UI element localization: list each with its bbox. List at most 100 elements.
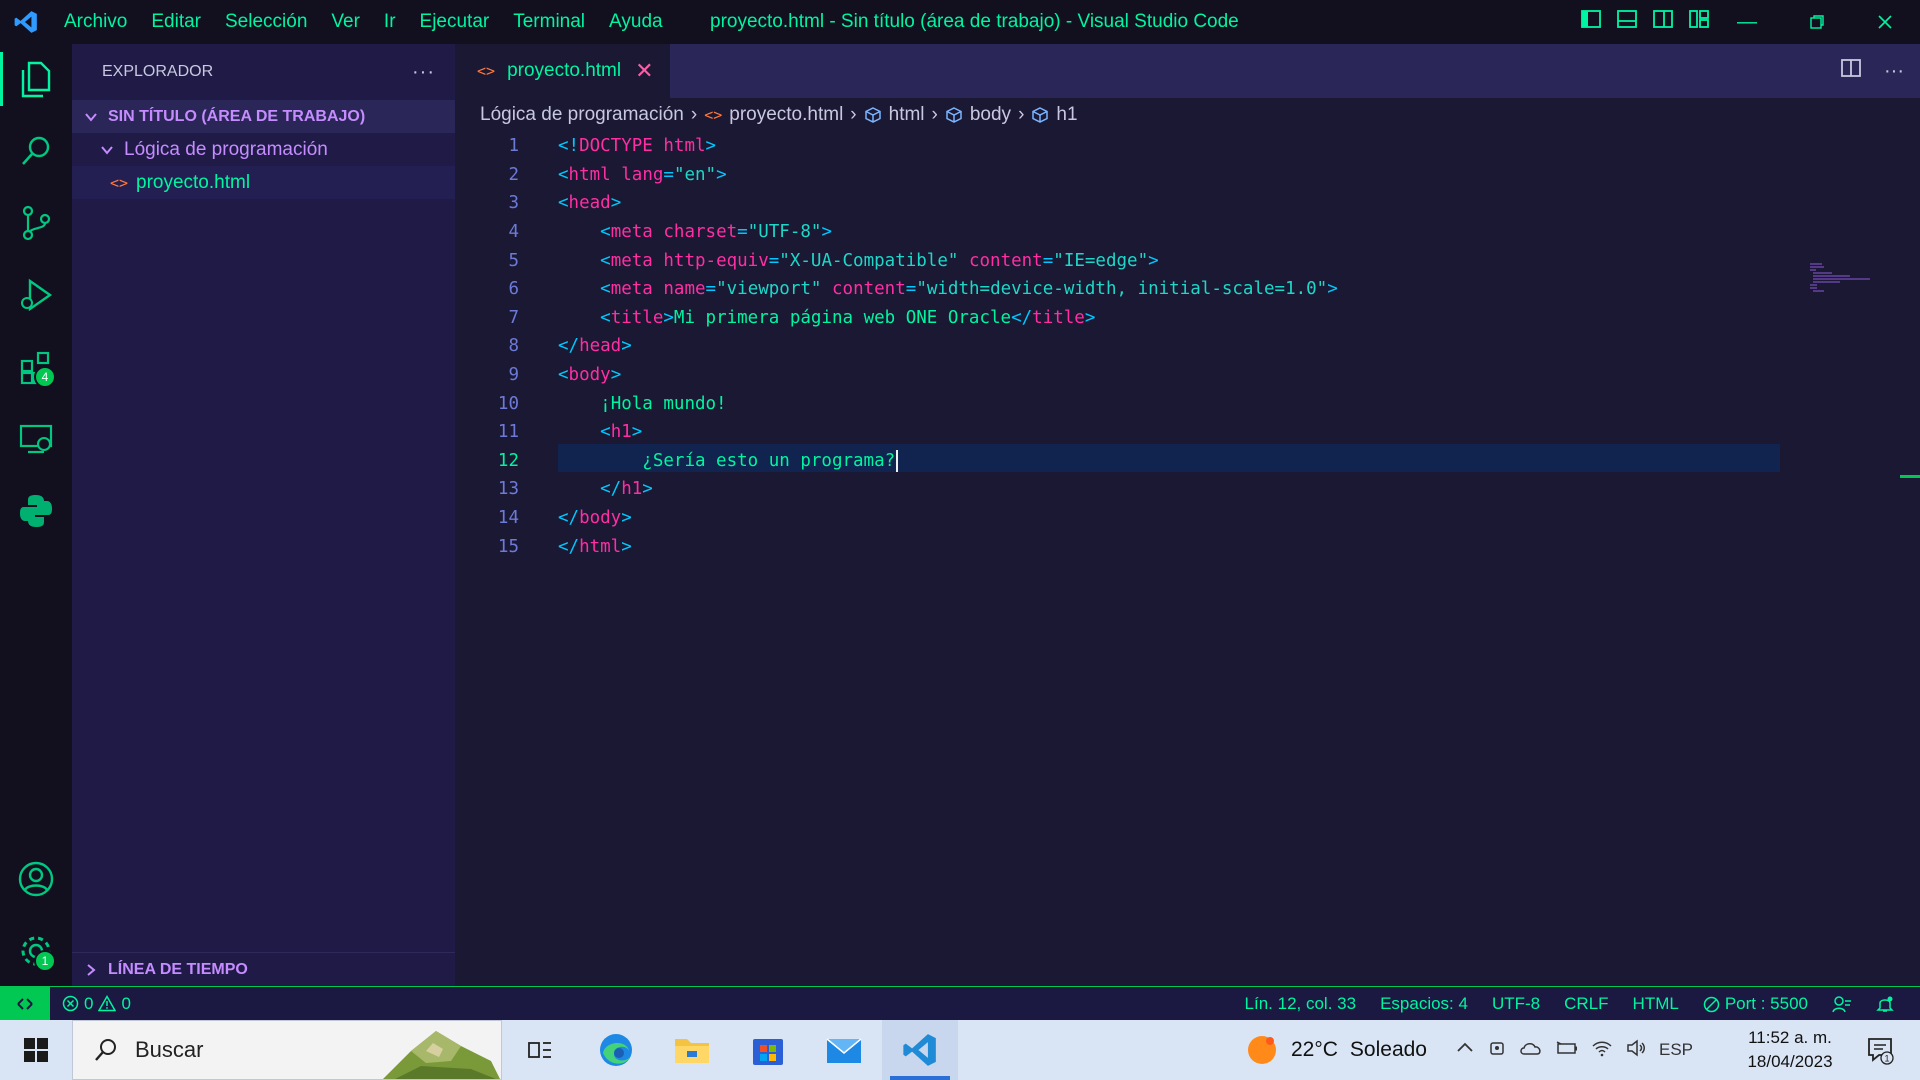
code-token: </	[558, 536, 580, 557]
meet-now-icon[interactable]	[1487, 1038, 1507, 1063]
tab-proyecto-html[interactable]: <> proyecto.html ✕	[455, 44, 670, 98]
code-line[interactable]: 12 ¿Sería esto un programa?	[455, 447, 1895, 476]
folder-name: Lógica de programación	[124, 138, 328, 160]
restore-button[interactable]	[1782, 0, 1852, 44]
folder-item[interactable]: Lógica de programación	[72, 133, 455, 166]
menu-archivo[interactable]: Archivo	[52, 0, 139, 44]
encoding[interactable]: UTF-8	[1480, 994, 1552, 1014]
more-actions-icon[interactable]: ···	[412, 61, 435, 84]
close-window-button[interactable]	[1850, 0, 1920, 44]
system-clock[interactable]: 11:52 a. m. 18/04/2023	[1730, 1020, 1850, 1080]
code-line[interactable]: 10 ¡Hola mundo!	[455, 389, 1895, 418]
sun-icon	[1248, 1036, 1276, 1064]
code-line[interactable]: 9 <body>	[455, 361, 1895, 390]
remote-explorer-icon[interactable]	[0, 408, 72, 470]
source-control-icon[interactable]	[0, 192, 72, 254]
extensions-icon[interactable]: 4	[0, 336, 72, 398]
settings-gear-icon[interactable]: 1	[0, 920, 72, 982]
edge-browser-icon[interactable]	[578, 1020, 654, 1080]
close-tab-icon[interactable]: ✕	[635, 58, 653, 84]
file-explorer-icon[interactable]	[654, 1020, 730, 1080]
workspace-section[interactable]: SIN TÍTULO (ÁREA DE TRABAJO)	[72, 100, 455, 133]
menu-ayuda[interactable]: Ayuda	[597, 0, 675, 44]
task-view-icon[interactable]	[502, 1020, 578, 1080]
file-item-proyecto[interactable]: <> proyecto.html	[72, 166, 455, 199]
breadcrumb-html[interactable]: html	[889, 104, 925, 126]
chevron-down-icon	[80, 110, 102, 124]
search-icon[interactable]	[0, 120, 72, 182]
code-line[interactable]: 15 </html>	[455, 532, 1895, 561]
remote-indicator-icon[interactable]	[0, 986, 50, 1021]
live-server-port[interactable]: Port : 5500	[1691, 994, 1820, 1014]
customize-layout-icon[interactable]	[1688, 8, 1710, 36]
notifications-bell-icon[interactable]	[1864, 995, 1906, 1013]
menu-ir[interactable]: Ir	[372, 0, 408, 44]
breadcrumb-body[interactable]: body	[970, 104, 1011, 126]
run-debug-icon[interactable]	[0, 264, 72, 326]
chevron-up-icon[interactable]	[1455, 1038, 1475, 1063]
code-line[interactable]: 2 <html lang="en">	[455, 161, 1895, 190]
code-token: >	[621, 508, 632, 529]
vscode-taskbar-icon[interactable]	[882, 1020, 958, 1080]
minimize-button[interactable]: —	[1712, 0, 1782, 44]
menu-terminal[interactable]: Terminal	[501, 0, 597, 44]
split-editor-icon[interactable]	[1840, 57, 1862, 85]
code-line[interactable]: 14 </body>	[455, 504, 1895, 533]
code-line[interactable]: 11 <h1>	[455, 418, 1895, 447]
code-token: lang	[621, 164, 664, 185]
code-editor[interactable]: 1 <!DOCTYPE html> 2 <html lang="en"> 3 <head>…	[455, 132, 1920, 986]
code-line[interactable]: 7 <title>Mi primera página web ONE Oracl…	[455, 304, 1895, 333]
mail-icon[interactable]	[806, 1020, 882, 1080]
code-line[interactable]: 6 <meta name="viewport" content="width=d…	[455, 275, 1895, 304]
menu-seleccion[interactable]: Selección	[213, 0, 319, 44]
cursor-position[interactable]: Lín. 12, col. 33	[1233, 994, 1369, 1014]
indentation[interactable]: Espacios: 4	[1368, 994, 1480, 1014]
menu-ver[interactable]: Ver	[319, 0, 372, 44]
more-editor-actions-icon[interactable]: ···	[1884, 60, 1904, 83]
line-code: <!DOCTYPE html>	[558, 136, 716, 156]
breadcrumb-folder[interactable]: Lógica de programación	[480, 104, 684, 126]
code-line[interactable]: 13 </h1>	[455, 475, 1895, 504]
line-number: 7	[508, 307, 519, 328]
line-number: 8	[508, 336, 519, 357]
battery-icon[interactable]	[1555, 1038, 1579, 1063]
breadcrumb-file[interactable]: proyecto.html	[729, 104, 843, 126]
wifi-icon[interactable]	[1591, 1038, 1613, 1063]
taskbar-search[interactable]: Buscar	[72, 1020, 502, 1080]
end-of-line[interactable]: CRLF	[1552, 994, 1620, 1014]
language-mode[interactable]: HTML	[1621, 994, 1691, 1014]
feedback-icon[interactable]	[1820, 995, 1864, 1013]
toggle-secondary-sidebar-icon[interactable]	[1652, 8, 1674, 36]
code-token: <	[558, 250, 611, 271]
code-token: head	[568, 193, 611, 214]
weather-widget[interactable]: 22°C Soleado	[1245, 1020, 1427, 1080]
code-token: </	[558, 508, 580, 529]
code-line[interactable]: 8 </head>	[455, 332, 1895, 361]
line-number: 4	[508, 222, 519, 243]
microsoft-store-icon[interactable]	[730, 1020, 806, 1080]
code-line[interactable]: 5 <meta http-equiv="X-UA-Compatible" con…	[455, 246, 1895, 275]
python-icon[interactable]	[0, 480, 72, 542]
text-cursor	[896, 449, 899, 472]
menu-ejecutar[interactable]: Ejecutar	[408, 0, 502, 44]
problems-status[interactable]: 0 0	[50, 994, 143, 1014]
toggle-panel-icon[interactable]	[1616, 8, 1638, 36]
code-line[interactable]: 1 <!DOCTYPE html>	[455, 132, 1895, 161]
explorer-icon[interactable]	[0, 48, 72, 110]
code-token: body	[579, 508, 622, 529]
toggle-primary-sidebar-icon[interactable]	[1580, 8, 1602, 36]
code-token: >	[1084, 307, 1096, 328]
breadcrumb-h1[interactable]: h1	[1056, 104, 1077, 126]
timeline-section[interactable]: LÍNEA DE TIEMPO	[72, 952, 455, 986]
menu-editar[interactable]: Editar	[139, 0, 213, 44]
notification-center-icon[interactable]: 1	[1850, 1020, 1910, 1080]
volume-icon[interactable]	[1625, 1038, 1647, 1063]
code-line[interactable]: 3 <head>	[455, 189, 1895, 218]
code-token: meta	[610, 222, 653, 243]
code-line[interactable]: 4 <meta charset="UTF-8">	[455, 218, 1895, 247]
onedrive-cloud-icon[interactable]	[1519, 1038, 1543, 1063]
input-language[interactable]: ESP	[1659, 1040, 1693, 1060]
accounts-icon[interactable]	[0, 848, 72, 910]
line-code: <meta http-equiv="X-UA-Compatible" conte…	[558, 251, 1159, 271]
windows-start-icon[interactable]	[0, 1020, 72, 1080]
